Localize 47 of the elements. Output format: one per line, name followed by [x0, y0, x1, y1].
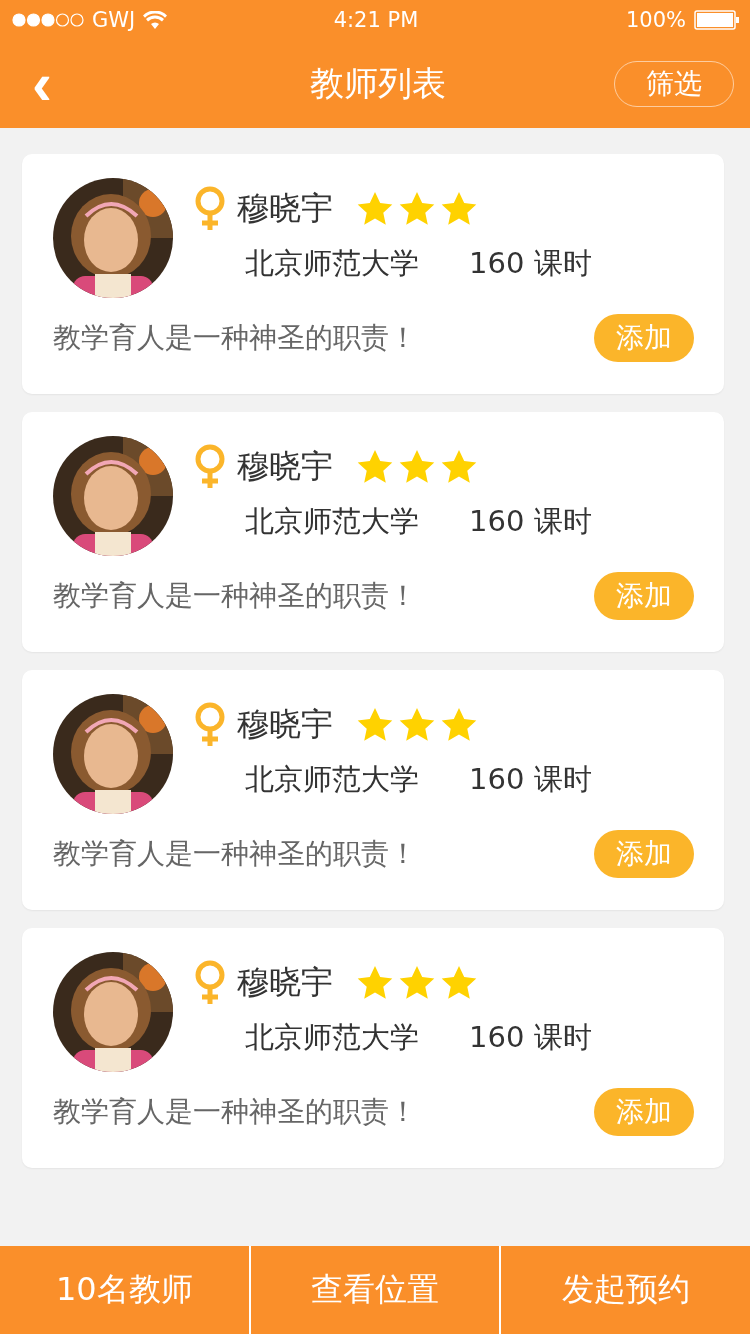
- female-icon: [193, 444, 227, 490]
- star-icon: [399, 708, 435, 742]
- female-icon: [193, 186, 227, 232]
- star-icon: [441, 192, 477, 226]
- lesson-hours: 160 课时: [469, 245, 592, 282]
- teacher-motto: 教学育人是一种神圣的职责！: [53, 1094, 417, 1130]
- star-icon: [357, 708, 393, 742]
- star-icon: [357, 966, 393, 1000]
- school-name: 北京师范大学: [245, 245, 419, 282]
- bottom-bar-button[interactable]: 发起预约: [501, 1246, 750, 1334]
- teacher-name: 穆晓宇: [237, 962, 333, 1003]
- teacher-motto: 教学育人是一种神圣的职责！: [53, 578, 417, 614]
- wifi-icon: [143, 11, 168, 29]
- carrier-name: GWJ: [92, 8, 136, 32]
- lesson-hours: 160 课时: [469, 761, 592, 798]
- star-icon: [441, 450, 477, 484]
- school-name: 北京师范大学: [245, 761, 419, 798]
- page-title: 教师列表: [310, 62, 446, 105]
- battery-icon: [694, 10, 740, 30]
- lesson-hours: 160 课时: [469, 1019, 592, 1056]
- status-time: 4:21 PM: [333, 8, 419, 32]
- back-button[interactable]: ‹: [22, 54, 142, 114]
- teacher-name: 穆晓宇: [237, 188, 333, 229]
- teacher-motto: 教学育人是一种神圣的职责！: [53, 320, 417, 356]
- teacher-motto: 教学育人是一种神圣的职责！: [53, 836, 417, 872]
- bottom-bar-button[interactable]: 查看位置: [250, 1246, 502, 1334]
- star-icon: [399, 192, 435, 226]
- bottom-bar-button[interactable]: 10名教师: [0, 1246, 251, 1334]
- lesson-hours: 160 课时: [469, 503, 592, 540]
- add-button[interactable]: 添加: [594, 830, 694, 878]
- star-icon: [399, 450, 435, 484]
- female-icon: [193, 702, 227, 748]
- star-icon: [399, 966, 435, 1000]
- teacher-name: 穆晓宇: [237, 446, 333, 487]
- battery-percent: 100%: [625, 8, 686, 32]
- add-button[interactable]: 添加: [594, 1088, 694, 1136]
- school-name: 北京师范大学: [245, 503, 419, 540]
- school-name: 北京师范大学: [245, 1019, 419, 1056]
- teacher-name: 穆晓宇: [237, 704, 333, 745]
- female-icon: [193, 960, 227, 1006]
- add-button[interactable]: 添加: [594, 314, 694, 362]
- star-icon: [441, 708, 477, 742]
- star-icon: [357, 450, 393, 484]
- star-icon: [357, 192, 393, 226]
- add-button[interactable]: 添加: [594, 572, 694, 620]
- star-icon: [441, 966, 477, 1000]
- signal-icon: [12, 13, 84, 27]
